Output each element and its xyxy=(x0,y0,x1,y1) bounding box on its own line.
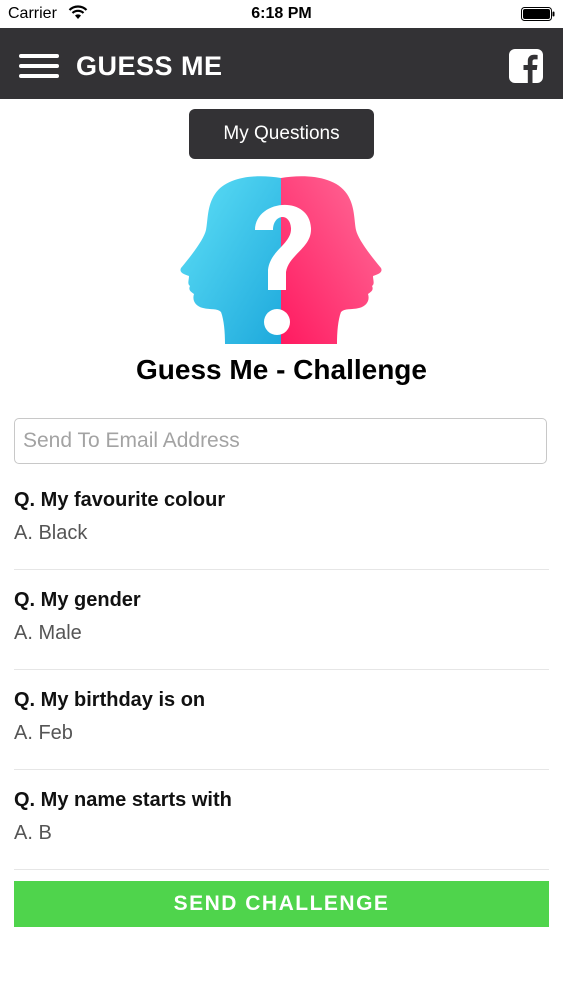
question-item: Q. My name starts with A. B xyxy=(14,770,549,870)
facebook-icon[interactable] xyxy=(509,49,543,83)
answer-text: A. Feb xyxy=(14,722,73,744)
question-text: Q. My gender xyxy=(14,589,141,611)
question-item: Q. My favourite colour A. Black xyxy=(14,470,549,570)
guess-me-logo xyxy=(180,176,382,344)
question-item: Q. My birthday is on A. Feb xyxy=(14,670,549,770)
my-questions-button[interactable]: My Questions xyxy=(189,109,374,159)
send-challenge-button[interactable]: SEND CHALLENGE xyxy=(14,881,549,927)
page-title: Guess Me - Challenge xyxy=(136,354,427,385)
answer-text: A. Male xyxy=(14,622,82,644)
menu-icon[interactable] xyxy=(19,54,59,78)
app-title: GUESS ME xyxy=(76,51,223,81)
nav-bar: GUESS ME xyxy=(0,28,563,99)
question-item: Q. My gender A. Male xyxy=(14,570,549,670)
answer-text: A. B xyxy=(14,822,52,844)
question-text: Q. My name starts with xyxy=(14,789,232,811)
question-list: Q. My favourite colour A. Black Q. My ge… xyxy=(14,470,549,870)
answer-text: A. Black xyxy=(14,522,88,544)
status-bar: Carrier 6:18 PM xyxy=(0,0,563,28)
battery-icon xyxy=(521,7,555,21)
question-text: Q. My birthday is on xyxy=(14,689,206,711)
status-time: 6:18 PM xyxy=(251,5,312,22)
question-text: Q. My favourite colour xyxy=(14,489,226,511)
email-input[interactable] xyxy=(14,418,547,464)
